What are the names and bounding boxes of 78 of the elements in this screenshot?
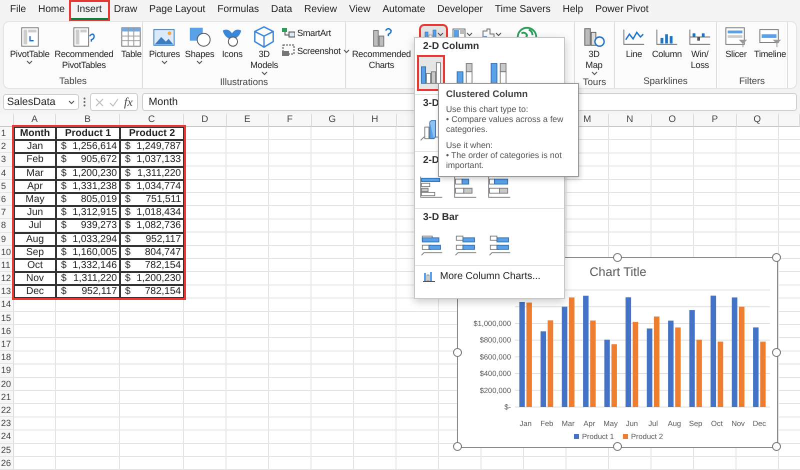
tooltip-text: • The order of categories is not important. xyxy=(446,150,563,170)
table-cell: Oct xyxy=(14,258,56,272)
cell-value: 805,019 xyxy=(80,194,117,206)
chart-title: Chart Title xyxy=(590,265,646,279)
currency-symbol: $ xyxy=(61,273,67,284)
currency-symbol: $ xyxy=(125,154,131,166)
cell-value: 905,672 xyxy=(80,154,117,166)
cell-value: 1,034,774 xyxy=(136,180,181,192)
table-header-cell: Product 1 xyxy=(56,127,120,140)
currency-symbol: $ xyxy=(61,234,67,245)
cell-value: 1,200,230 xyxy=(72,168,117,179)
cell-value: 1,249,787 xyxy=(136,141,181,152)
section-title: 3-D xyxy=(423,98,440,110)
table-cell: Nov xyxy=(14,272,56,286)
cell-value: 952,117 xyxy=(82,286,117,298)
currency-symbol: $ xyxy=(61,154,67,166)
cell-value: 782,154 xyxy=(144,260,181,272)
group-label: Filters xyxy=(738,76,766,88)
currency-symbol: $ xyxy=(61,194,67,206)
currency-symbol: $ xyxy=(125,220,131,232)
table-cell: Apr xyxy=(14,180,56,193)
tooltip-text: Use this chart type to: xyxy=(446,104,530,114)
table-cell: Jul xyxy=(14,219,56,232)
cell-value: 1,200,230 xyxy=(136,273,181,284)
cell-value: 1,033,294 xyxy=(72,234,117,245)
currency-symbol: $ xyxy=(61,286,67,298)
cell-value: 1,331,238 xyxy=(72,180,117,192)
cell-value: 939,273 xyxy=(80,220,117,232)
section-title: 2-D Column xyxy=(423,41,480,53)
section-title: 2-D xyxy=(423,155,440,167)
table-cell: Feb xyxy=(14,153,56,167)
tooltip-text: Use it when: xyxy=(446,140,494,150)
cell-value: 804,747 xyxy=(144,246,181,258)
group-label: Illustrations xyxy=(218,77,270,88)
cell-value: 952,117 xyxy=(146,234,181,245)
cell-value: 1,037,133 xyxy=(136,154,181,166)
group-label: Sparklines xyxy=(642,76,689,88)
currency-symbol: $ xyxy=(61,207,67,218)
tooltip-title: Clustered Column xyxy=(446,89,529,100)
cell-value: 1,332,146 xyxy=(72,260,117,272)
tooltip-text: • Compare values across a few categories. xyxy=(446,114,564,134)
currency-symbol: $ xyxy=(125,273,131,284)
currency-symbol: $ xyxy=(125,168,131,179)
cell-value: 1,311,220 xyxy=(137,168,181,179)
table-cell: Mar xyxy=(14,166,56,180)
cell-value: 782,154 xyxy=(144,286,181,298)
cell-value: 751,511 xyxy=(146,194,181,206)
table-cell: Aug xyxy=(14,232,56,246)
currency-symbol: $ xyxy=(125,286,131,298)
cell-value: 1,256,614 xyxy=(72,141,117,152)
currency-symbol: $ xyxy=(125,194,131,206)
table-cell: Dec xyxy=(14,285,56,298)
currency-symbol: $ xyxy=(61,141,67,152)
table-cell: Sep xyxy=(14,246,56,259)
group-label: Tours xyxy=(582,77,608,88)
cell-value: 1,311,220 xyxy=(73,273,117,284)
cell-value: 1,160,005 xyxy=(72,246,117,258)
currency-symbol: $ xyxy=(61,260,67,272)
currency-symbol: $ xyxy=(125,234,131,245)
currency-symbol: $ xyxy=(61,168,67,179)
currency-symbol: $ xyxy=(125,180,131,192)
currency-symbol: $ xyxy=(125,260,131,272)
currency-symbol: $ xyxy=(125,141,131,152)
group-label: Tables xyxy=(58,76,88,88)
table-header-cell: Month xyxy=(14,127,56,140)
table-header-cell: Product 2 xyxy=(120,127,184,140)
cell-value: 1,018,434 xyxy=(136,207,181,218)
currency-symbol: $ xyxy=(61,180,67,192)
currency-symbol: $ xyxy=(125,207,131,218)
table-cell: Jan xyxy=(14,140,56,154)
section-title: 3-D Bar xyxy=(423,212,459,224)
currency-symbol: $ xyxy=(125,246,131,258)
table-cell: Jun xyxy=(14,206,56,220)
currency-symbol: $ xyxy=(61,246,67,258)
cell-value: 1,312,915 xyxy=(72,207,117,218)
cell-value: 1,082,736 xyxy=(136,220,181,232)
currency-symbol: $ xyxy=(61,220,67,232)
table-cell: May xyxy=(14,192,56,206)
